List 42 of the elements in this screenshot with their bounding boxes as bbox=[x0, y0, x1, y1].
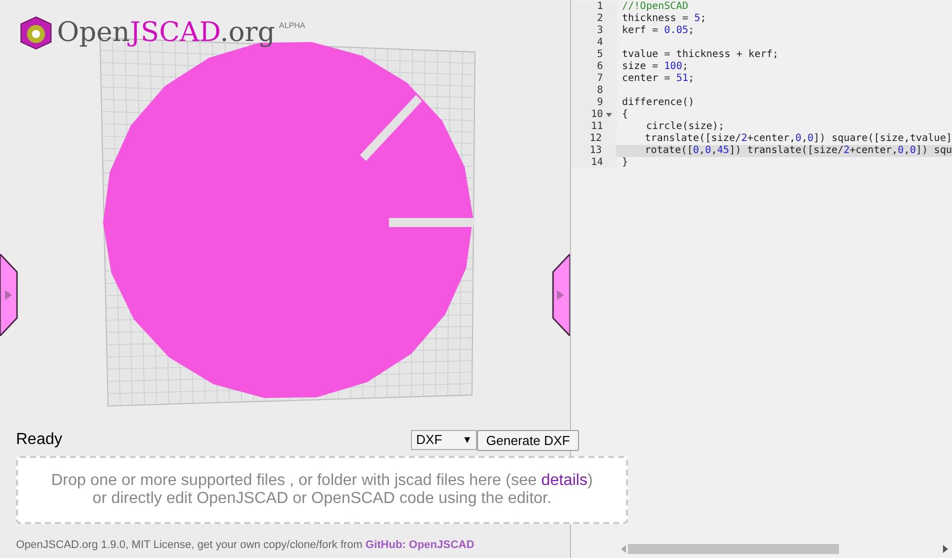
line-number: 4 bbox=[596, 37, 603, 49]
drop-instructions: Drop one or more supported files , or folder with jscad files here (see details) or directly edit OpenJSCAD or OpenSCAD code using the editor. bbox=[51, 472, 593, 508]
line-number: 7 bbox=[596, 73, 603, 85]
generate-button[interactable]: Generate DXF bbox=[477, 430, 579, 450]
line-number: 13 bbox=[590, 145, 602, 157]
panel-toggle-handle[interactable] bbox=[552, 254, 570, 336]
code-line: //!OpenSCAD bbox=[622, 1, 688, 13]
footer-text: OpenJSCAD.org 1.9.0, MIT License, get your own copy/clone/fork from GitHub: OpenJSCAD bbox=[15, 538, 476, 553]
code-line: tvalue = thickness + kerf; bbox=[622, 49, 779, 61]
status-text: Ready bbox=[16, 430, 62, 450]
code-line: thickness = 5; bbox=[622, 13, 706, 25]
scroll-right-icon[interactable] bbox=[943, 545, 948, 553]
line-number: 10 bbox=[590, 109, 603, 121]
code-line: translate([size/2+center,0,0]) square([size,tvalue] bbox=[644, 133, 952, 145]
line-number: 8 bbox=[596, 85, 603, 97]
code-line: difference() bbox=[622, 97, 694, 109]
line-number: 2 bbox=[596, 13, 603, 25]
line-number: 11 bbox=[590, 121, 603, 133]
details-link[interactable]: details bbox=[541, 472, 588, 489]
format-select[interactable]: DXF ▼ bbox=[411, 430, 478, 450]
cube-logo-icon bbox=[19, 16, 53, 50]
site-logo-text[interactable]: OpenJSCAD.org bbox=[57, 16, 275, 50]
line-number: 6 bbox=[596, 61, 603, 73]
code-line: kerf = 0.05; bbox=[622, 25, 694, 37]
line-number: 9 bbox=[596, 97, 603, 109]
code-line: center = 51; bbox=[622, 73, 694, 85]
alpha-label: ALPHA bbox=[279, 20, 306, 32]
panel-toggle-handle[interactable] bbox=[0, 254, 18, 336]
fold-caret-icon[interactable] bbox=[606, 113, 612, 117]
drop-zone[interactable]: Drop one or more supported files , or folder with jscad files here (see details) or directly edit OpenJSCAD or OpenSCAD code using the editor. bbox=[16, 456, 628, 524]
line-number: 1 bbox=[596, 1, 603, 13]
code-line: size = 100; bbox=[622, 61, 688, 73]
line-number: 3 bbox=[596, 25, 603, 37]
line-number: 14 bbox=[590, 157, 603, 169]
code-line: circle(size); bbox=[645, 121, 724, 133]
line-number: 5 bbox=[596, 49, 603, 61]
code-line: { bbox=[622, 109, 628, 121]
dropdown-caret-icon: ▼ bbox=[462, 432, 472, 448]
code-line: rotate([0,0,45]) translate([size/2+center,0,0]) squ bbox=[644, 145, 952, 157]
github-link[interactable]: GitHub: OpenJSCAD bbox=[366, 539, 474, 551]
code-line: } bbox=[622, 157, 628, 169]
line-number: 12 bbox=[590, 133, 602, 145]
